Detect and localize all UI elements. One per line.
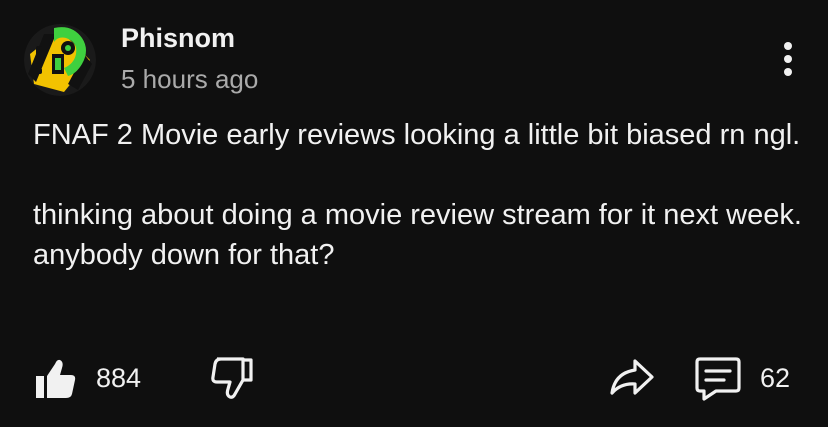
share-icon [610,359,654,395]
dislike-button[interactable] [209,356,255,400]
comments-button[interactable] [694,356,742,402]
post-body: FNAF 2 Movie early reviews looking a lit… [33,115,803,275]
more-options-button[interactable] [773,38,803,80]
author-name[interactable]: Phisnom [121,21,235,55]
like-count: 884 [96,363,142,393]
phisnom-avatar-icon[interactable] [24,24,96,96]
post-timestamp[interactable]: 5 hours ago [121,63,258,95]
post-paragraph: FNAF 2 Movie early reviews looking a lit… [33,119,801,151]
more-vertical-icon [784,42,792,50]
like-button[interactable] [33,356,77,400]
thumbs-down-icon [211,357,253,399]
share-button[interactable] [609,357,655,397]
thumbs-up-icon [36,359,76,398]
community-post: Phisnom 5 hours ago FNAF 2 Movie early r… [0,0,828,427]
post-paragraph: thinking about doing a movie review stre… [33,199,802,271]
comment-icon [695,357,741,401]
comment-count: 62 [760,363,791,393]
